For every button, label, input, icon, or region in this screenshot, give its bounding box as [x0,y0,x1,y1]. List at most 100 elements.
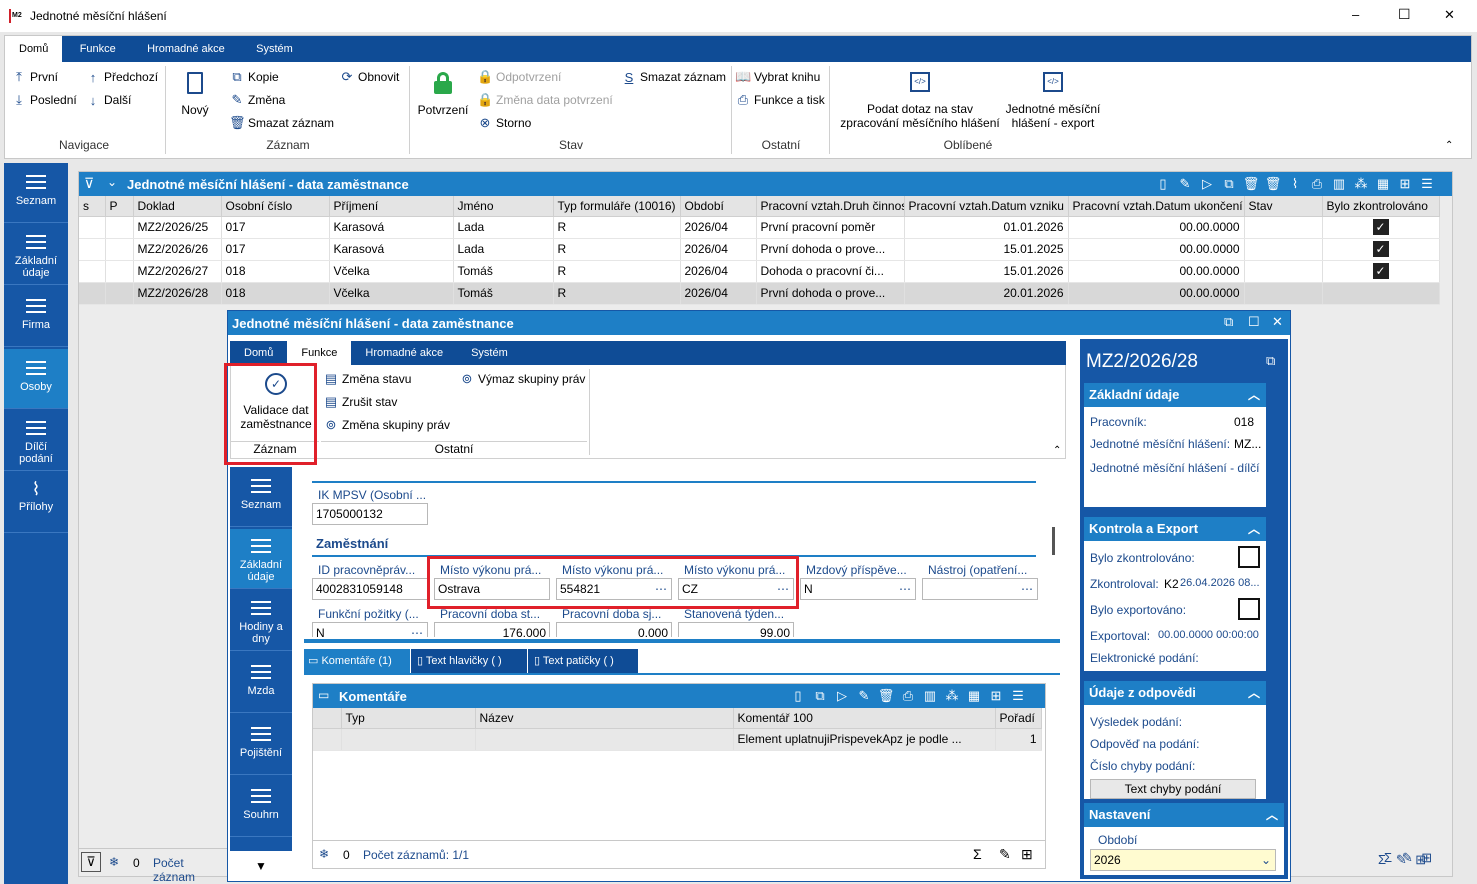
minimize-icon[interactable]: – [1352,7,1359,22]
copy-icon[interactable]: ⧉ [1218,176,1240,192]
chevron-up-icon[interactable]: ︿ [1266,803,1278,827]
chevron-up-icon[interactable]: ︿ [1248,383,1260,407]
col-druh[interactable]: Pracovní vztah.Druh činnosti [756,196,905,217]
detail-sidebar-seznam[interactable]: Seznam [230,467,292,527]
change-rights-group-button[interactable]: ⊚ Změna skupiny práv [323,414,451,436]
sidebar-item-osoby[interactable]: Osoby [4,349,68,409]
print-icon[interactable]: ⎙ [1306,176,1328,192]
chevron-up-icon[interactable]: ︿ [1248,517,1260,541]
edit-icon[interactable]: ✎ [853,688,875,704]
col-jmeno[interactable]: Jméno [453,196,554,217]
detail-sidebar-pojisteni[interactable]: Pojištění [230,715,292,775]
next-button[interactable]: ↓ Další [85,89,132,111]
change-confirm-date-button[interactable]: 🔒 Změna data potvrzení [477,89,613,111]
nastroj-input[interactable]: ⋯ [922,578,1038,600]
new-icon[interactable]: ▯ [787,688,809,704]
tab-text-paticky[interactable]: ▯ Text patičky ( ) [528,649,638,673]
sidebar-item-seznam[interactable]: Seznam [4,163,68,223]
splitter[interactable] [304,639,1060,643]
last-button[interactable]: ⤓ Poslední [11,89,77,111]
first-button[interactable]: ⤒ První [11,66,58,88]
sidebar-item-dilci-podani[interactable]: Dílčí podání [4,411,68,471]
obdobi-select[interactable]: 2026 ⌄ [1090,849,1276,871]
cancel-status-button[interactable]: ▤ Zrušit stav [323,391,398,413]
chevron-up-icon[interactable]: ︿ [1248,681,1260,705]
snowflake-icon[interactable]: ❄ [109,855,119,869]
change-status-button[interactable]: ▤ Změna stavu [323,368,412,390]
new-icon[interactable]: ▯ [1152,176,1174,192]
trash-icon[interactable]: 🗑 [1262,176,1284,192]
jmh-label[interactable]: Jednotné měsíční hlášení: [1090,437,1230,451]
chevron-down-icon[interactable]: ⌄ [1261,850,1271,870]
collapse-ribbon-icon[interactable]: ⌃ [1445,140,1453,151]
jmh-dilci-link[interactable]: Jednotné měsíční hlášení - dílčí p [1090,461,1262,475]
zakladni-header[interactable]: Základní údaje ︿ [1084,383,1266,407]
delete-icon[interactable]: 🗑 [875,688,897,704]
tab-hromadne-akce[interactable]: Hromadné akce [133,37,239,61]
export-button[interactable]: </> Jednotné měsíční hlášení - export [1003,72,1103,130]
maximize-icon[interactable]: ☐ [1248,314,1260,330]
table-row[interactable]: Element uplatnujiPrispevekApz je podle .… [313,728,1042,751]
print-icon[interactable]: ⎙ [897,688,919,704]
maximize-icon[interactable]: ☐ [1398,6,1411,23]
sidebar-scroll-down[interactable]: ▼ [230,851,292,881]
chart-icon[interactable]: ▥ [1328,176,1350,192]
open-external-icon[interactable]: ⧉ [1266,353,1275,369]
copy-button[interactable]: ⧉ Kopie [229,66,278,88]
filter-icon[interactable]: ⊽ [84,175,94,192]
doba2-input[interactable]: 0,000 [556,622,672,637]
tree-icon[interactable]: ⁂ [1350,176,1372,192]
col-ukonceni[interactable]: Pracovní vztah.Datum ukončení [1068,196,1245,217]
tree-icon[interactable]: ⁂ [941,688,963,704]
checkbox-checked-icon[interactable]: ✓ [1372,241,1389,257]
play-icon[interactable]: ▷ [1196,176,1218,192]
delete-record-status-button[interactable]: S Smazat záznam [621,66,726,88]
tab-system[interactable]: Systém [457,341,522,365]
col-obdobi[interactable]: Období [680,196,757,217]
tyden-input[interactable]: 99,00 [678,622,794,637]
nastaveni-header[interactable]: Nastavení ︿ [1084,803,1284,827]
sum-icon[interactable]: Σ [973,846,982,862]
id-input[interactable]: 4002831059148 [312,578,428,600]
col-typ[interactable]: Typ [341,708,476,729]
chevron-down-icon[interactable]: ⌄ [107,175,117,189]
attach-icon[interactable]: ⌇ [1284,176,1306,192]
popout-icon[interactable]: ⧉ [1224,314,1233,330]
menu-icon[interactable]: ☰ [1007,688,1029,704]
detail-sidebar-mzda[interactable]: Mzda [230,653,292,713]
error-text-button[interactable]: Text chyby podání [1090,779,1256,799]
ik-mpsv-input[interactable]: 1705000132 [312,503,428,525]
col-poradi[interactable]: Pořadí [995,708,1042,729]
tab-domu[interactable]: Domů [230,341,287,365]
sum-icon[interactable]: Σ [1380,850,1396,865]
tab-system[interactable]: Systém [242,37,307,61]
col-nazev[interactable]: Název [475,708,734,729]
table-row[interactable]: MZ2/2026/28 018 Včelka Tomáš R 2026/04 První d… [79,282,1440,305]
funkcni-input[interactable]: N ⋯ [312,622,428,637]
table-row[interactable]: MZ2/2026/26 017 Karasová Lada R 2026/04 První … [79,238,1440,261]
export-icon[interactable]: ⊞ [985,688,1007,704]
close-icon[interactable]: ✕ [1272,314,1283,330]
storno-button[interactable]: ⊗ Storno [477,112,532,134]
sidebar-item-firma[interactable]: Firma [4,287,68,347]
odpoved-header[interactable]: Údaje z odpovědi ︿ [1084,681,1266,705]
columns-icon[interactable]: ▦ [1372,176,1394,192]
col-zkontrolovano[interactable]: Bylo zkontrolováno [1322,196,1440,217]
col-vznik[interactable]: Pracovní vztah.Datum vzniku [904,196,1069,217]
col-doklad[interactable]: Doklad [133,196,222,217]
table-row[interactable]: MZ2/2026/25 017 Karasová Lada R 2026/04 První … [79,216,1440,239]
sidebar-item-prilohy[interactable]: ⌇ Přílohy [4,473,68,533]
sidebar-item-zakladni[interactable]: Základní údaje [4,225,68,285]
col-osobni[interactable]: Osobní číslo [221,196,330,217]
doba1-input[interactable]: 176,000 [434,622,550,637]
new-button[interactable]: Nový [175,72,215,117]
status-query-button[interactable]: </> Podat dotaz na stav zpracování měsíč… [835,72,1005,130]
tab-text-hlavicky[interactable]: ▯ Text hlavičky ( ) [411,649,527,673]
snowflake-icon[interactable]: ❄ [319,847,329,861]
tab-hromadne-akce[interactable]: Hromadné akce [351,341,457,365]
table-row[interactable]: MZ2/2026/27 018 Včelka Tomáš R 2026/04 Dohoda … [79,260,1440,283]
export-icon[interactable]: ⊞ [1394,176,1416,192]
settings-grid-icon[interactable]: ⊞ [1419,850,1435,866]
col-komentar[interactable]: Komentář 100 [733,708,996,729]
zkontrolovano-checkbox[interactable] [1238,546,1260,568]
